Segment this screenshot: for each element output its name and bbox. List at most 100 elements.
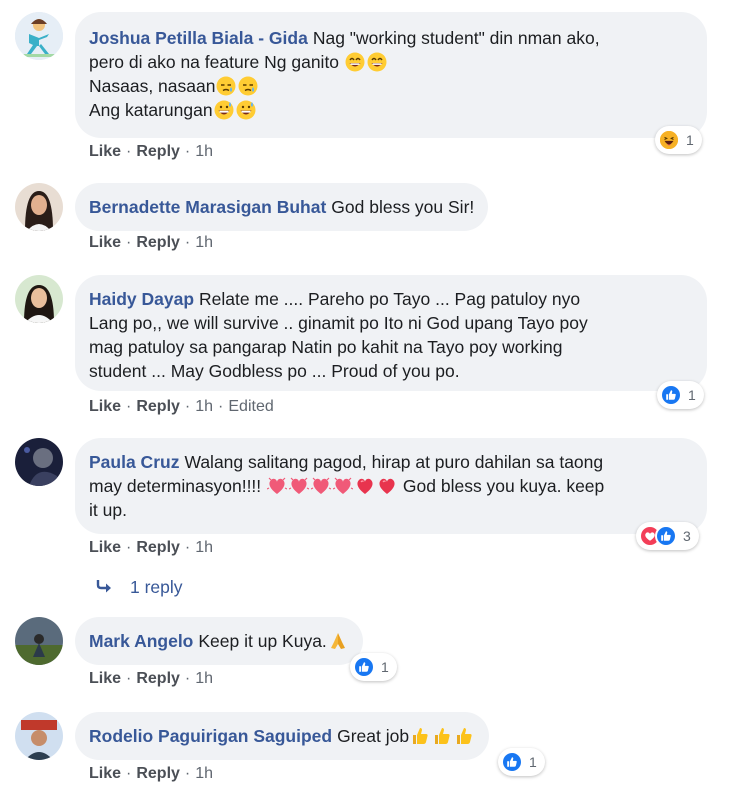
- thumbs-up-emoji-icon: [435, 728, 450, 744]
- reaction-count: 3: [683, 528, 691, 544]
- comment-bubble: Haidy Dayap Relate me .... Pareho po Tayo…: [75, 275, 707, 391]
- like-link[interactable]: Like: [89, 670, 121, 688]
- avatar[interactable]: [15, 12, 63, 60]
- reply-link[interactable]: Reply: [136, 234, 180, 252]
- avatar[interactable]: [15, 183, 63, 231]
- comment-author[interactable]: Rodelio Paguirigan Saguiped: [89, 726, 332, 746]
- separator: ·: [184, 539, 191, 556]
- separator: ·: [126, 670, 132, 687]
- separator: ·: [184, 670, 191, 687]
- separator: ·: [184, 765, 191, 782]
- sleepy-emoji-icon: [238, 76, 259, 96]
- comment-text: God bless you kuya. keep: [402, 476, 605, 496]
- comment-bubble: Paula Cruz Walang salitang pagod, hirap a…: [75, 438, 707, 534]
- comment-text: Nasaas, nasaan: [89, 76, 216, 96]
- comment-author[interactable]: Joshua Petilla Biala - Gida: [89, 28, 308, 48]
- sparkling-heart-icon: [311, 477, 332, 495]
- separator: ·: [126, 398, 132, 415]
- reply-link[interactable]: Reply: [136, 670, 180, 688]
- separator: ·: [218, 398, 224, 415]
- reaction-summary[interactable]: 1: [498, 748, 545, 776]
- timestamp[interactable]: 1h: [195, 670, 213, 688]
- like-reaction-icon: [501, 751, 523, 773]
- reaction-summary[interactable]: 3: [636, 522, 699, 550]
- like-link[interactable]: Like: [89, 143, 121, 161]
- like-link[interactable]: Like: [89, 765, 121, 783]
- separator: ·: [126, 143, 132, 160]
- separator: ·: [126, 539, 132, 556]
- avatar[interactable]: [15, 712, 63, 760]
- reaction-count: 1: [381, 659, 389, 675]
- reply-link[interactable]: Reply: [136, 539, 180, 557]
- separator: ·: [126, 765, 132, 782]
- reply-link[interactable]: Reply: [136, 765, 180, 783]
- reply-link[interactable]: Reply: [136, 143, 180, 161]
- like-reaction-icon: [353, 656, 375, 678]
- comment-text: Keep it up Kuya.: [198, 631, 327, 651]
- heart-icon: [378, 478, 396, 495]
- reaction-summary[interactable]: 1: [657, 381, 704, 409]
- timestamp[interactable]: 1h: [195, 539, 213, 557]
- comment-text: Lang po,, we will survive .. ginamit po …: [89, 313, 588, 333]
- view-replies-label: 1 reply: [130, 577, 183, 597]
- comment-author[interactable]: Paula Cruz: [89, 452, 179, 472]
- comment-text: Relate me .... Pareho po Tayo ... Pag pa…: [199, 289, 581, 309]
- reaction-count: 1: [688, 387, 696, 403]
- comment-actions: Like · Reply · 1h: [89, 539, 213, 557]
- grin-emoji-icon: [344, 52, 365, 72]
- separator: ·: [184, 234, 191, 251]
- comment-text: Ang katarungan: [89, 100, 213, 120]
- comment-bubble: Bernadette Marasigan Buhat God bless you …: [75, 183, 489, 231]
- avatar[interactable]: [15, 275, 63, 323]
- reaction-summary[interactable]: 1: [350, 653, 397, 681]
- comment-author[interactable]: Mark Angelo: [89, 631, 193, 651]
- comment-text: mag patuloy sa pangarap Natin po kahit n…: [89, 337, 563, 357]
- avatar[interactable]: [15, 617, 63, 665]
- reply-link[interactable]: Reply: [136, 398, 180, 416]
- timestamp[interactable]: 1h: [195, 765, 213, 783]
- like-link[interactable]: Like: [89, 539, 121, 557]
- timestamp[interactable]: 1h: [195, 143, 213, 161]
- sparkling-heart-icon: [289, 477, 310, 495]
- separator: ·: [184, 143, 191, 160]
- comment-bubble: Mark Angelo Keep it up Kuya.: [75, 617, 363, 665]
- comment-actions: Like · Reply · 1h: [89, 143, 213, 161]
- comment-actions: Like · Reply · 1h: [89, 765, 213, 783]
- thumbs-up-emoji-icon: [457, 728, 472, 744]
- comment-text: pero di ako na feature Ng ganito: [89, 52, 340, 72]
- like-link[interactable]: Like: [89, 398, 121, 416]
- comment-text: it up.: [89, 500, 127, 520]
- like-link[interactable]: Like: [89, 234, 121, 252]
- comment-text: God bless you Sir!: [331, 197, 475, 217]
- timestamp[interactable]: 1h: [195, 234, 213, 252]
- like-reaction-icon: [660, 384, 682, 406]
- sparkling-heart-icon: [267, 477, 288, 495]
- reaction-count: 1: [529, 754, 537, 770]
- like-reaction-icon: [655, 525, 677, 547]
- comment-actions: Like · Reply · 1h: [89, 234, 213, 252]
- sleepy-emoji-icon: [216, 76, 237, 96]
- haha-reaction-icon: [658, 129, 680, 151]
- comment-author[interactable]: Bernadette Marasigan Buhat: [89, 197, 326, 217]
- heart-icon: [356, 478, 374, 495]
- comment-text: Walang salitang pagod, hirap at puro dah…: [184, 452, 604, 472]
- sparkling-heart-icon: [333, 477, 354, 495]
- comment-bubble: Joshua Petilla Biala - Gida Nag "working …: [75, 12, 707, 138]
- reaction-summary[interactable]: 1: [655, 126, 702, 154]
- comment-actions: Like · Reply · 1h: [89, 670, 213, 688]
- edited-label[interactable]: Edited: [228, 398, 273, 416]
- reply-arrow-icon: [96, 577, 114, 598]
- reaction-count: 1: [686, 132, 694, 148]
- thumbs-up-emoji-icon: [413, 728, 428, 744]
- view-replies-link[interactable]: 1 reply: [96, 577, 183, 598]
- comment-author[interactable]: Haidy Dayap: [89, 289, 194, 309]
- comment-text: Nag "working student" din nman ako,: [312, 28, 600, 48]
- comment-actions: Like · Reply · 1h · Edited: [89, 398, 274, 416]
- separator: ·: [126, 234, 132, 251]
- comment-bubble: Rodelio Paguirigan Saguiped Great job: [75, 712, 490, 760]
- sweat-grin-emoji-icon: [236, 100, 256, 120]
- comment-text: student ... May Godbless po ... Proud of…: [89, 361, 460, 381]
- avatar[interactable]: [15, 438, 63, 486]
- grin-emoji-icon: [366, 52, 387, 72]
- timestamp[interactable]: 1h: [195, 398, 213, 416]
